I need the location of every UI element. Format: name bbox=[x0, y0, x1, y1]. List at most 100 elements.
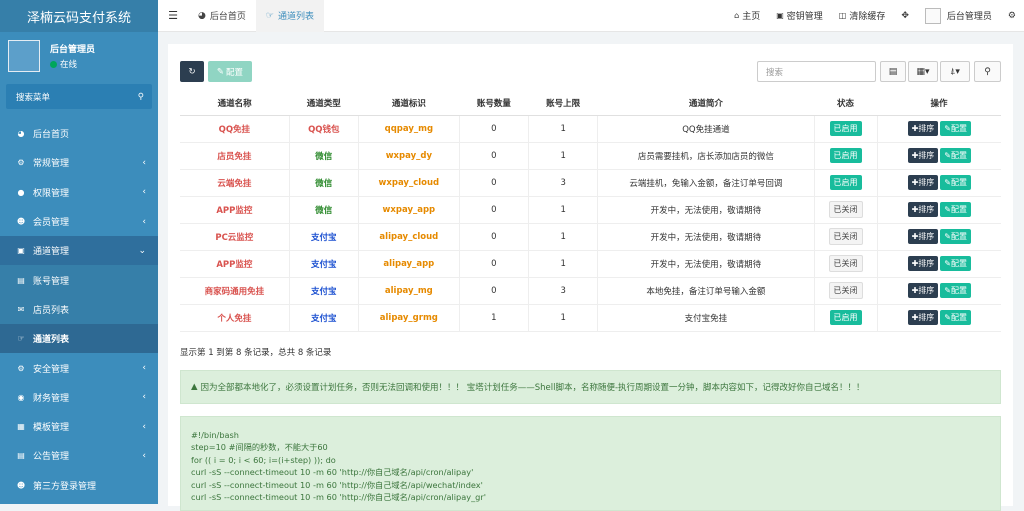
channel-desc: 店员需要挂机，店长添加店员的微信 bbox=[598, 142, 814, 169]
calendar-icon: ▤ bbox=[15, 451, 27, 460]
columns-button[interactable]: ▦▾ bbox=[908, 61, 938, 82]
config-button[interactable]: ✎配置 bbox=[208, 61, 252, 82]
tab-channel-list[interactable]: ☞通道列表 bbox=[256, 0, 324, 32]
table-row: 云端免挂微信wxpay_cloud03云端挂机，免输入金额，备注订单号回调已启用… bbox=[180, 169, 1001, 196]
sidebar-item-9[interactable]: ◉财务管理‹ bbox=[0, 383, 158, 412]
gear-icon: ⚙ bbox=[15, 364, 27, 373]
hand-pointer-icon: ☞ bbox=[15, 334, 27, 343]
export-button[interactable]: ⍋▾ bbox=[940, 61, 970, 82]
config-row-button[interactable]: ✎配置 bbox=[940, 175, 971, 190]
sidebar-item-10[interactable]: ▦模板管理‹ bbox=[0, 412, 158, 441]
sidebar-item-2[interactable]: ● 权限管理 ‹ bbox=[0, 178, 158, 207]
config-label: 配置 bbox=[951, 232, 967, 241]
online-dot-icon bbox=[50, 61, 57, 68]
column-header[interactable]: 账号上限 bbox=[529, 91, 598, 115]
config-row-button[interactable]: ✎配置 bbox=[940, 148, 971, 163]
status-badge[interactable]: 已启用 bbox=[830, 121, 862, 136]
sidebar-item-7[interactable]: ☞通道列表 bbox=[0, 324, 158, 353]
status-badge[interactable]: 已关闭 bbox=[829, 282, 863, 299]
column-header[interactable]: 通道标识 bbox=[358, 91, 459, 115]
table-row: APP监控微信wxpay_app01开发中，无法使用，敬请期待已关闭✚排序✎配置 bbox=[180, 196, 1001, 223]
sidebar-item-3[interactable]: ☻会员管理‹ bbox=[0, 207, 158, 236]
sidebar-item-6[interactable]: ✉店员列表 bbox=[0, 295, 158, 324]
account-count: 0 bbox=[459, 277, 528, 304]
table-row: PC云监控支付宝alipay_cloud01开发中，无法使用，敬请期待已关闭✚排… bbox=[180, 223, 1001, 250]
grid-icon: ▦▾ bbox=[916, 67, 929, 77]
sidebar-item-0[interactable]: ◕后台首页 bbox=[0, 119, 158, 148]
account-count: 0 bbox=[459, 169, 528, 196]
config-row-button[interactable]: ✎配置 bbox=[940, 121, 971, 136]
column-header[interactable]: 通道简介 bbox=[598, 91, 814, 115]
column-header[interactable]: 通道类型 bbox=[289, 91, 358, 115]
group-icon: ● bbox=[15, 188, 27, 197]
chevron-left-icon: ‹ bbox=[142, 451, 146, 461]
config-row-button[interactable]: ✎配置 bbox=[940, 229, 971, 244]
search-button[interactable]: ⚲ bbox=[974, 61, 1001, 82]
sort-label: 排序 bbox=[918, 178, 934, 187]
key-manage-link[interactable]: ▣密钥管理 bbox=[768, 9, 831, 22]
table-row: 个人免挂支付宝alipay_grmg11支付宝免挂已启用✚排序✎配置 bbox=[180, 304, 1001, 331]
config-row-button[interactable]: ✎配置 bbox=[940, 310, 971, 325]
tab-dashboard[interactable]: ◕后台首页 bbox=[188, 0, 256, 32]
sort-label: 排序 bbox=[918, 232, 934, 241]
settings-button[interactable]: ⚙ bbox=[1000, 11, 1024, 21]
th-icon: ▦ bbox=[15, 422, 27, 431]
sort-button[interactable]: ✚排序 bbox=[908, 202, 939, 217]
chevron-left-icon: ‹ bbox=[142, 187, 146, 197]
channel-name: APP监控 bbox=[180, 250, 289, 277]
status-badge[interactable]: 已关闭 bbox=[829, 228, 863, 245]
app-logo-title[interactable]: 泽楠云码支付系统 bbox=[0, 0, 158, 32]
sidebar-item-11[interactable]: ▤公告管理‹ bbox=[0, 441, 158, 470]
status-badge[interactable]: 已启用 bbox=[830, 310, 862, 325]
sidebar-item-1[interactable]: ⚙常规管理‹ bbox=[0, 148, 158, 177]
sort-button[interactable]: ✚排序 bbox=[908, 229, 939, 244]
account-limit: 1 bbox=[529, 223, 598, 250]
actions-cell: ✚排序✎配置 bbox=[877, 115, 1001, 142]
column-header[interactable]: 操作 bbox=[877, 91, 1001, 115]
code-line: curl -sS --connect-timeout 10 -m 60 'htt… bbox=[191, 479, 990, 491]
sort-button[interactable]: ✚排序 bbox=[908, 310, 939, 325]
admin-menu[interactable]: 后台管理员 bbox=[917, 8, 1000, 24]
sidebar-item-5[interactable]: ▤账号管理 bbox=[0, 265, 158, 294]
sidebar-item-12[interactable]: ☻第三方登录管理 bbox=[0, 471, 158, 500]
sidebar-search[interactable]: 搜索菜单 ⚲ bbox=[6, 84, 152, 109]
sort-button[interactable]: ✚排序 bbox=[908, 121, 939, 136]
table-view-button[interactable]: ▤ bbox=[880, 61, 906, 82]
pencil-icon: ✎ bbox=[944, 178, 951, 187]
account-limit: 3 bbox=[529, 277, 598, 304]
status-cell: 已启用 bbox=[814, 169, 877, 196]
search-input[interactable]: 搜索 bbox=[757, 61, 876, 82]
channel-type: 支付宝 bbox=[289, 304, 358, 331]
column-header[interactable]: 状态 bbox=[814, 91, 877, 115]
search-icon[interactable]: ⚲ bbox=[138, 92, 144, 102]
clear-cache-link[interactable]: ◫清除缓存 bbox=[831, 9, 894, 22]
sort-button[interactable]: ✚排序 bbox=[908, 256, 939, 271]
refresh-button[interactable]: ↻ bbox=[180, 61, 204, 82]
channel-desc: 开发中，无法使用，敬请期待 bbox=[598, 250, 814, 277]
sort-button[interactable]: ✚排序 bbox=[908, 283, 939, 298]
column-header[interactable]: 通道名称 bbox=[180, 91, 289, 115]
home-link[interactable]: ⌂主页 bbox=[726, 9, 768, 22]
config-row-button[interactable]: ✎配置 bbox=[940, 283, 971, 298]
sidebar-item-label: 权限管理 bbox=[33, 186, 69, 199]
sidebar-item-4[interactable]: ▣通道管理⌄ bbox=[0, 236, 158, 265]
config-row-button[interactable]: ✎配置 bbox=[940, 202, 971, 217]
menu-toggle-icon[interactable]: ☰ bbox=[158, 9, 188, 22]
account-limit: 1 bbox=[529, 304, 598, 331]
cron-script-block: #!/bin/bashstep=10 #间隔的秒数，不能大于60for (( i… bbox=[180, 416, 1001, 511]
fullscreen-button[interactable]: ✥ bbox=[893, 11, 917, 21]
config-row-button[interactable]: ✎配置 bbox=[940, 256, 971, 271]
channel-type: 微信 bbox=[289, 196, 358, 223]
sort-button[interactable]: ✚排序 bbox=[908, 148, 939, 163]
channel-type: 支付宝 bbox=[289, 223, 358, 250]
sort-button[interactable]: ✚排序 bbox=[908, 175, 939, 190]
sidebar-item-label: 模板管理 bbox=[33, 420, 69, 433]
status-badge[interactable]: 已关闭 bbox=[829, 255, 863, 272]
status-badge[interactable]: 已启用 bbox=[830, 148, 862, 163]
status-badge[interactable]: 已启用 bbox=[830, 175, 862, 190]
column-header[interactable]: 账号数量 bbox=[459, 91, 528, 115]
status-badge[interactable]: 已关闭 bbox=[829, 201, 863, 218]
channel-desc: 开发中，无法使用，敬请期待 bbox=[598, 223, 814, 250]
config-label: 配置 bbox=[951, 178, 967, 187]
sidebar-item-8[interactable]: ⚙安全管理‹ bbox=[0, 353, 158, 382]
